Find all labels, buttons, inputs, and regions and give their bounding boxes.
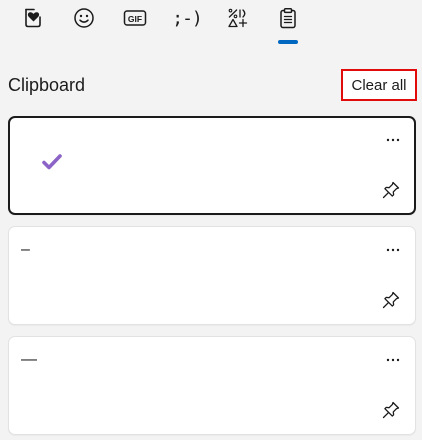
- pin-icon: [381, 181, 401, 204]
- page-title: Clipboard: [8, 75, 86, 95]
- pin-icon: [381, 291, 401, 314]
- gif-icon: GIF: [123, 7, 147, 29]
- clipboard-icon: [277, 7, 299, 29]
- more-options-button[interactable]: [383, 241, 403, 255]
- pin-button[interactable]: [381, 290, 401, 310]
- tab-symbols[interactable]: [223, 4, 251, 32]
- gif-icon-label: GIF: [128, 14, 142, 24]
- tab-favorites[interactable]: [19, 4, 47, 32]
- pin-icon: [381, 401, 401, 424]
- heart-in-bookmark-icon: [22, 7, 44, 29]
- symbols-icon: [226, 7, 248, 29]
- tab-strip: GIF ;-): [0, 0, 422, 48]
- tab-clipboard[interactable]: [274, 4, 302, 32]
- kaomoji-icon: ;-): [172, 7, 202, 29]
- selected-tab-indicator: [278, 40, 298, 44]
- purple-check-mark-icon: [24, 134, 62, 170]
- clipboard-item[interactable]: –: [8, 226, 416, 325]
- tab-kaomoji[interactable]: ;-): [172, 4, 202, 32]
- tab-gif[interactable]: GIF: [121, 4, 149, 32]
- ellipsis-icon: [386, 349, 400, 367]
- clipboard-item-content: –: [21, 241, 30, 258]
- clear-all-button[interactable]: Clear all: [341, 69, 417, 101]
- more-options-button[interactable]: [383, 131, 403, 145]
- clipboard-item[interactable]: [8, 116, 416, 215]
- smiley-face-icon: [73, 7, 95, 29]
- ellipsis-icon: [386, 129, 400, 147]
- more-options-button[interactable]: [383, 351, 403, 365]
- clipboard-item-content: —: [21, 351, 37, 368]
- ellipsis-icon: [386, 239, 400, 257]
- pin-button[interactable]: [381, 180, 401, 200]
- pin-button[interactable]: [381, 400, 401, 420]
- clipboard-item[interactable]: —: [8, 336, 416, 435]
- tab-emoji[interactable]: [70, 4, 98, 32]
